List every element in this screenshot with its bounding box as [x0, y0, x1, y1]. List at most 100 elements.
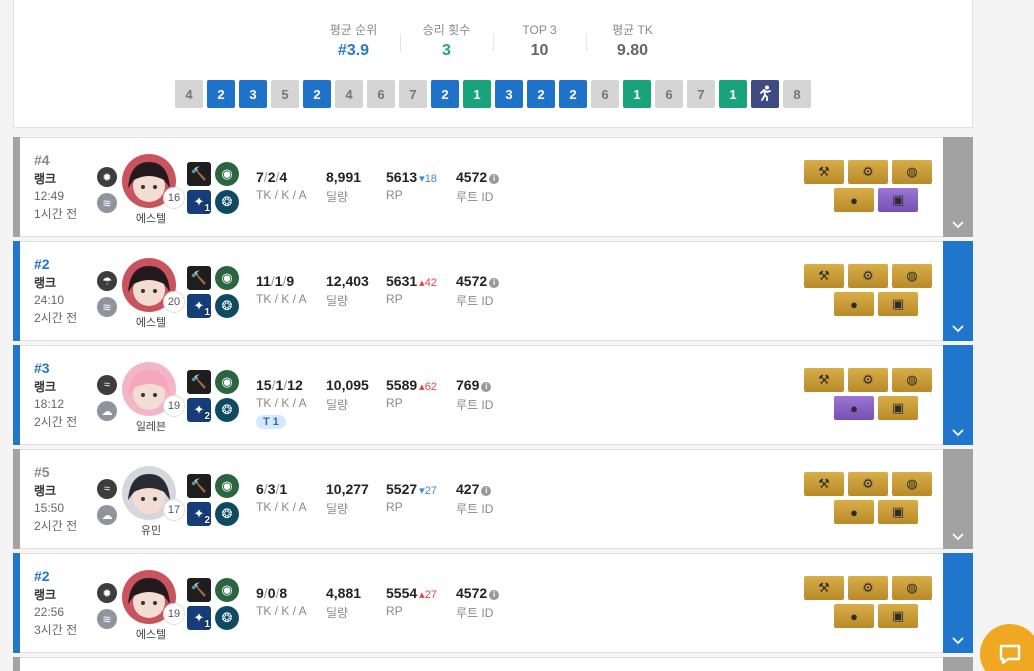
match-row[interactable]: #4 랭크 12:49 1시간 전 ✹ ≋ 16 에스텔 🔨 ◉ ✦ 1 ❂ 7…	[13, 137, 973, 237]
match-row[interactable]: #2 랭크 22:56 3시간 전 ✹ ≋ 19 에스텔 🔨 ◉ ✦ 1 ❂ 9…	[13, 553, 973, 653]
rank-chip[interactable]: 5	[271, 80, 299, 108]
info-icon[interactable]: i	[489, 278, 500, 288]
equipment-item[interactable]: ●	[834, 396, 874, 420]
rank-chip[interactable]: 7	[687, 80, 715, 108]
equipment-item[interactable]: ◍	[892, 264, 932, 288]
chevron-down-icon	[952, 221, 964, 229]
hammer-weapon-icon-glyph: 🔨	[190, 166, 208, 181]
route-id[interactable]: 4572	[456, 169, 487, 185]
info-icon[interactable]: i	[481, 486, 492, 496]
rank-chip[interactable]: 6	[367, 80, 395, 108]
kills: 1	[274, 273, 283, 289]
expand-details-button[interactable]	[943, 241, 973, 341]
rank-chip-escape[interactable]	[751, 80, 779, 108]
info-icon[interactable]: i	[489, 174, 500, 184]
game-mode: 랭크	[34, 588, 57, 602]
equipment-item[interactable]: ◍	[892, 576, 932, 600]
expand-details-button[interactable]	[943, 345, 973, 445]
kda-block: 6/3/1 TK / K / A	[256, 481, 307, 514]
equipment-item[interactable]: ◍	[892, 472, 932, 496]
equipment-item[interactable]: ◍	[892, 160, 932, 184]
rank-number: #4	[34, 152, 50, 168]
rank-chip[interactable]: 7	[399, 80, 427, 108]
next-match-row-peek[interactable]	[13, 657, 973, 671]
equipment-item[interactable]: ▣	[878, 292, 918, 316]
item-icon: ⚒	[818, 372, 830, 387]
kda-block: 9/0/8 TK / K / A	[256, 585, 307, 618]
game-duration: 22:56	[34, 605, 65, 619]
route-id[interactable]: 4572	[456, 585, 487, 601]
expand-details-button[interactable]	[943, 449, 973, 549]
rank-chip[interactable]: 6	[655, 80, 683, 108]
rank-chip[interactable]: 4	[175, 80, 203, 108]
game-mode: 랭크	[34, 276, 57, 290]
rank-number: #5	[34, 464, 50, 480]
rank-chip[interactable]: 2	[303, 80, 331, 108]
assists: 8	[279, 585, 288, 601]
character-name: 유민	[140, 525, 162, 537]
chevron-down-icon	[952, 325, 964, 333]
equipment-item[interactable]: ▣	[878, 396, 918, 420]
rank-chip[interactable]: 8	[783, 80, 811, 108]
match-row[interactable]: #3 랭크 18:12 2시간 전 ≈ ☁ 19 일레븐 🔨 ◉ ✦ 2 ❂ 1…	[13, 345, 973, 445]
rank-chip[interactable]: 1	[623, 80, 651, 108]
equipment-item[interactable]: ⚒	[804, 264, 844, 288]
rp-value: 5589	[386, 377, 418, 393]
equipment-item[interactable]: ▣	[878, 500, 918, 524]
equipment-item[interactable]: ⚙	[848, 576, 888, 600]
equipment-item[interactable]: ●	[834, 188, 874, 212]
rank-chip[interactable]: 2	[559, 80, 587, 108]
trait-icon: ❂	[215, 398, 239, 422]
rank-chip[interactable]: 4	[335, 80, 363, 108]
info-icon[interactable]: i	[481, 382, 492, 392]
rank-block: #5 랭크 15:50 2시간 전	[34, 464, 94, 534]
kda-label: TK / K / A	[256, 396, 307, 410]
equipment-item[interactable]: ⚙	[848, 264, 888, 288]
result-accent	[13, 553, 20, 653]
rank-chip[interactable]: 1	[719, 80, 747, 108]
equipment-item[interactable]: ⚙	[848, 472, 888, 496]
route-id[interactable]: 769	[456, 377, 479, 393]
tactical-eye-icon-glyph: ◉	[221, 582, 233, 597]
match-row[interactable]: #5 랭크 15:50 2시간 전 ≈ ☁ 17 유민 🔨 ◉ ✦ 2 ❂ 6/…	[13, 449, 973, 549]
equipment-item[interactable]: ⚙	[848, 160, 888, 184]
kda-block: 7/2/4 TK / K / A	[256, 169, 307, 202]
rp-value: 5613	[386, 169, 418, 185]
damage-block: 10,277 딜량	[326, 481, 369, 517]
equipment-item[interactable]: ⚒	[804, 576, 844, 600]
equipment-item[interactable]: ●	[834, 500, 874, 524]
rp-delta: 62	[424, 381, 437, 393]
rank-chip[interactable]: 3	[239, 80, 267, 108]
expand-details-button[interactable]	[943, 553, 973, 653]
equipment-item[interactable]: ⚒	[804, 368, 844, 392]
rank-chip[interactable]: 6	[591, 80, 619, 108]
rank-chip[interactable]: 2	[431, 80, 459, 108]
rank-chip[interactable]: 3	[495, 80, 523, 108]
rank-chip[interactable]: 2	[527, 80, 555, 108]
tactical-eye-icon-glyph: ◉	[221, 270, 233, 285]
rank-chip[interactable]: 1	[463, 80, 491, 108]
expand-details-button[interactable]	[943, 137, 973, 237]
info-icon[interactable]: i	[489, 590, 500, 600]
rank-number: #3	[34, 360, 50, 376]
chevron-down-icon	[952, 429, 964, 437]
damage-block: 10,095 딜량	[326, 377, 369, 413]
rp-block: 5554 ▴27 RP	[386, 585, 437, 618]
equipment-item[interactable]: ⚒	[804, 472, 844, 496]
match-row[interactable]: #2 랭크 24:10 2시간 전 ☂ ≋ 20 에스텔 🔨 ◉ ✦ 1 ❂ 1…	[13, 241, 973, 341]
item-icon: ●	[850, 504, 858, 520]
rank-block: #2 랭크 24:10 2시간 전	[34, 256, 94, 326]
equipment-item[interactable]: ▣	[878, 188, 918, 212]
equipment-item[interactable]: ⚙	[848, 368, 888, 392]
rank-chip[interactable]: 2	[207, 80, 235, 108]
equipment-item[interactable]: ▣	[878, 604, 918, 628]
route-id[interactable]: 4572	[456, 273, 487, 289]
equipment-item[interactable]: ●	[834, 292, 874, 316]
expand-bar[interactable]	[943, 657, 973, 671]
route-id[interactable]: 427	[456, 481, 479, 497]
equipment-item[interactable]: ⚒	[804, 160, 844, 184]
build-icons: 🔨 ◉ ✦ 2 ❂	[187, 370, 239, 422]
equipment-item[interactable]: ◍	[892, 368, 932, 392]
equipment-item[interactable]: ●	[834, 604, 874, 628]
chat-support-button[interactable]	[980, 624, 1034, 671]
